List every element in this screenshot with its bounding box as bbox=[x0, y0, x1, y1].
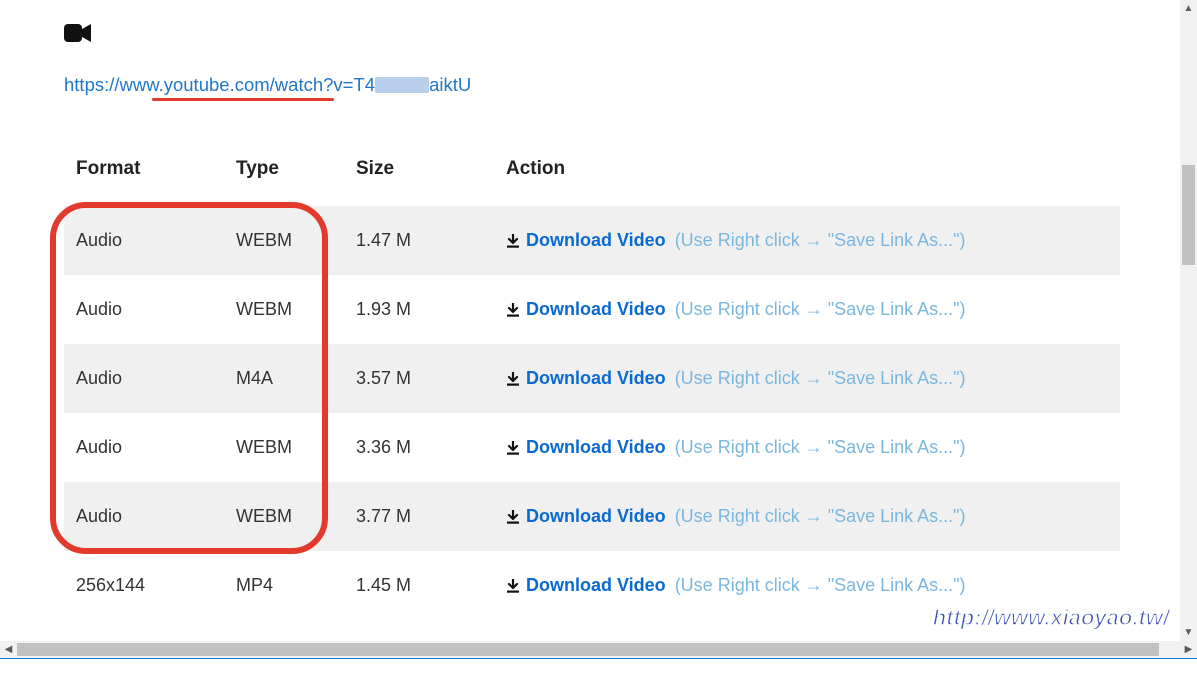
url-prefix: https:// bbox=[64, 74, 120, 95]
download-link[interactable]: Download Video bbox=[526, 368, 666, 388]
download-link[interactable]: Download Video bbox=[526, 506, 666, 526]
cell-size: 1.93 M bbox=[344, 275, 494, 344]
cell-action: Download Video (Use Right click → "Save … bbox=[494, 206, 1120, 275]
table-header-row: Format Type Size Action bbox=[64, 144, 1120, 206]
cell-size: 3.57 M bbox=[344, 344, 494, 413]
cell-action: Download Video (Use Right click → "Save … bbox=[494, 344, 1120, 413]
table-row: AudioWEBM3.36 MDownload Video (Use Right… bbox=[64, 413, 1120, 482]
cell-type: WEBM bbox=[224, 206, 344, 275]
download-icon bbox=[506, 302, 520, 320]
table-row: AudioWEBM1.47 MDownload Video (Use Right… bbox=[64, 206, 1120, 275]
header-action: Action bbox=[494, 144, 1120, 206]
cell-format: Audio bbox=[64, 275, 224, 344]
cell-size: 3.36 M bbox=[344, 413, 494, 482]
download-hint: (Use Right click → "Save Link As...") bbox=[670, 437, 966, 457]
download-icon bbox=[506, 509, 520, 527]
cell-format: Audio bbox=[64, 482, 224, 551]
video-camera-icon bbox=[64, 20, 1180, 48]
video-url[interactable]: https://www.youtube.com/watch?v=T4 aiktU bbox=[64, 74, 471, 96]
download-hint: (Use Right click → "Save Link As...") bbox=[670, 506, 966, 526]
cell-type: WEBM bbox=[224, 413, 344, 482]
header-format: Format bbox=[64, 144, 224, 206]
cell-format: Audio bbox=[64, 413, 224, 482]
url-redacted-segment bbox=[375, 77, 429, 93]
download-hint: (Use Right click → "Save Link As...") bbox=[670, 368, 966, 388]
scroll-up-arrow-icon[interactable]: ▲ bbox=[1180, 0, 1197, 17]
cell-size: 1.47 M bbox=[344, 206, 494, 275]
cell-type: MP4 bbox=[224, 551, 344, 620]
scroll-down-arrow-icon[interactable]: ▼ bbox=[1180, 624, 1197, 641]
cell-action: Download Video (Use Right click → "Save … bbox=[494, 413, 1120, 482]
cell-action: Download Video (Use Right click → "Save … bbox=[494, 482, 1120, 551]
cell-size: 3.77 M bbox=[344, 482, 494, 551]
vertical-scroll-thumb[interactable] bbox=[1182, 165, 1195, 265]
download-link[interactable]: Download Video bbox=[526, 299, 666, 319]
cell-type: WEBM bbox=[224, 482, 344, 551]
download-hint: (Use Right click → "Save Link As...") bbox=[670, 230, 966, 250]
cell-size: 1.45 M bbox=[344, 551, 494, 620]
cell-type: WEBM bbox=[224, 275, 344, 344]
table-row: 256x144MP41.45 MDownload Video (Use Righ… bbox=[64, 551, 1120, 620]
download-icon bbox=[506, 233, 520, 251]
scroll-left-arrow-icon[interactable]: ◀ bbox=[0, 641, 17, 658]
url-suffix: aiktU bbox=[429, 74, 471, 95]
url-host: www.youtube.com bbox=[120, 74, 270, 95]
download-link[interactable]: Download Video bbox=[526, 437, 666, 457]
cell-action: Download Video (Use Right click → "Save … bbox=[494, 551, 1120, 620]
table-row: AudioM4A3.57 MDownload Video (Use Right … bbox=[64, 344, 1120, 413]
download-icon bbox=[506, 578, 520, 596]
download-hint: (Use Right click → "Save Link As...") bbox=[670, 575, 966, 595]
download-icon bbox=[506, 440, 520, 458]
horizontal-scrollbar[interactable]: ◀ ▶ bbox=[0, 641, 1197, 658]
cell-format: Audio bbox=[64, 344, 224, 413]
page-content: https://www.youtube.com/watch?v=T4aiktU … bbox=[0, 0, 1180, 641]
horizontal-scroll-thumb[interactable] bbox=[17, 643, 1159, 656]
download-icon bbox=[506, 371, 520, 389]
scroll-right-arrow-icon[interactable]: ▶ bbox=[1180, 641, 1197, 658]
viewport: https://www.youtube.com/watch?v=T4aiktU … bbox=[0, 0, 1197, 673]
vertical-scroll-track[interactable] bbox=[1180, 17, 1197, 624]
cell-action: Download Video (Use Right click → "Save … bbox=[494, 275, 1120, 344]
vertical-scrollbar[interactable]: ▲ ▼ bbox=[1180, 0, 1197, 641]
download-link[interactable]: Download Video bbox=[526, 575, 666, 595]
download-hint: (Use Right click → "Save Link As...") bbox=[670, 299, 966, 319]
cell-format: 256x144 bbox=[64, 551, 224, 620]
cell-format: Audio bbox=[64, 206, 224, 275]
cell-type: M4A bbox=[224, 344, 344, 413]
url-path: /watch?v=T4 bbox=[270, 74, 375, 95]
horizontal-scroll-track[interactable] bbox=[17, 641, 1180, 658]
download-link[interactable]: Download Video bbox=[526, 230, 666, 250]
header-size: Size bbox=[344, 144, 494, 206]
annotation-underline bbox=[152, 98, 334, 101]
table-row: AudioWEBM1.93 MDownload Video (Use Right… bbox=[64, 275, 1120, 344]
header-type: Type bbox=[224, 144, 344, 206]
table-row: AudioWEBM3.77 MDownload Video (Use Right… bbox=[64, 482, 1120, 551]
downloads-table: Format Type Size Action AudioWEBM1.47 MD… bbox=[64, 144, 1120, 620]
bottom-border bbox=[0, 658, 1197, 659]
